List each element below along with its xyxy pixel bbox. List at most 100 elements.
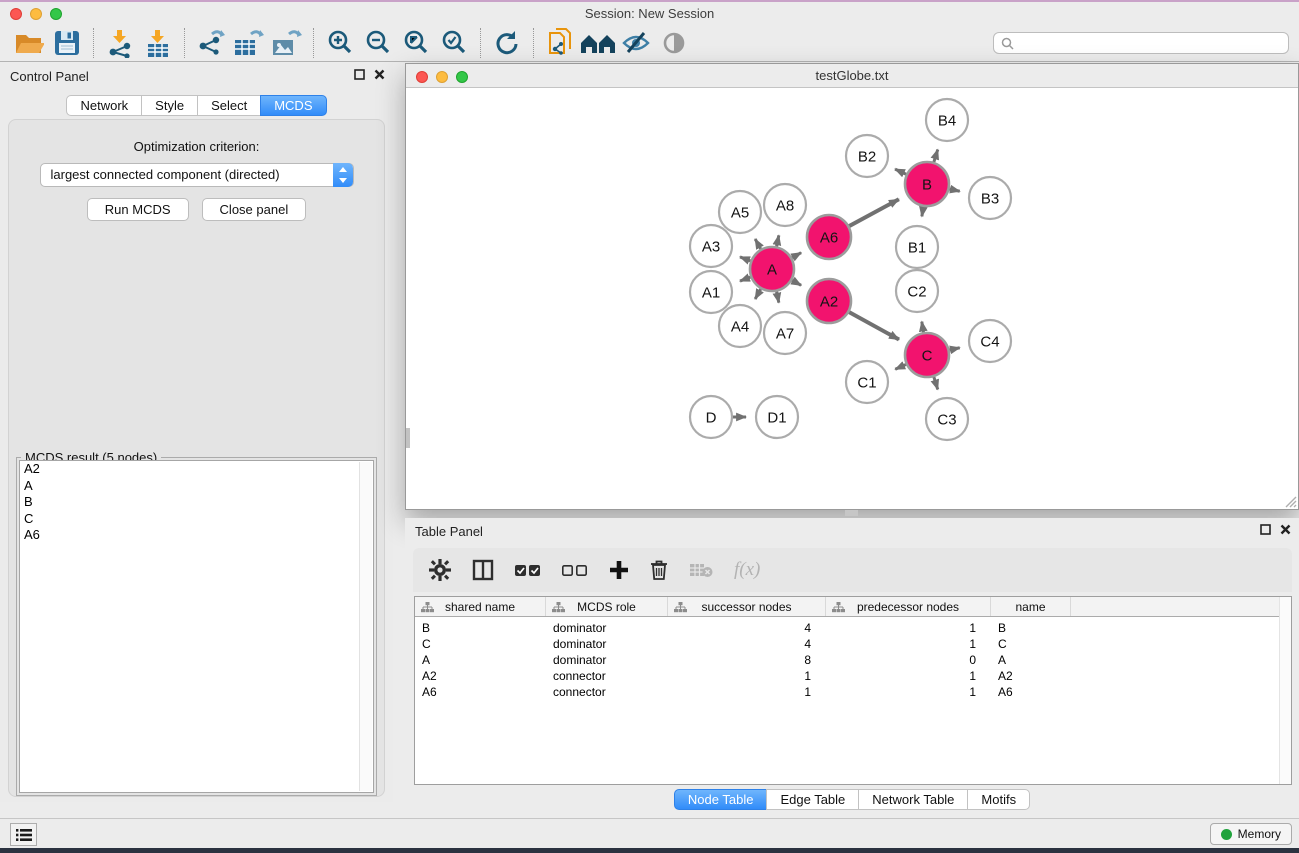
resize-grip-icon[interactable]	[1283, 494, 1297, 508]
show-columns-icon[interactable]	[472, 559, 494, 581]
result-item[interactable]: A6	[20, 527, 373, 544]
table-row[interactable]: Cdominator41C	[415, 636, 1291, 652]
graph-node-B2[interactable]: B2	[846, 135, 888, 177]
column-header-predecessor-nodes[interactable]: predecessor nodes	[826, 597, 991, 616]
first-neighbors-icon[interactable]	[579, 27, 617, 59]
table-row[interactable]: A2connector11A2	[415, 668, 1291, 684]
refresh-view-icon[interactable]	[488, 27, 526, 59]
result-item[interactable]: A2	[20, 461, 373, 478]
graph-node-C[interactable]: C	[905, 333, 949, 377]
graph-edge-A6-B[interactable]	[849, 199, 899, 226]
task-history-button[interactable]	[10, 823, 37, 846]
graph-edge-C-C3[interactable]	[934, 377, 938, 389]
column-header-name[interactable]: name	[991, 597, 1071, 616]
delete-table-icon[interactable]	[689, 562, 713, 578]
result-item[interactable]: C	[20, 511, 373, 528]
graph-edge-C-C1[interactable]	[895, 364, 906, 369]
graph-node-C2[interactable]: C2	[896, 270, 938, 312]
graph-edge-A-A6[interactable]	[792, 253, 801, 258]
network-window-titlebar[interactable]: testGlobe.txt	[406, 64, 1298, 88]
graph-node-A6[interactable]: A6	[807, 215, 851, 259]
save-session-icon[interactable]	[48, 27, 86, 59]
tab-motifs[interactable]: Motifs	[967, 789, 1030, 810]
export-network-icon[interactable]	[192, 27, 230, 59]
network-canvas[interactable]: B4B2BB3A8A5A6A3B1AC2A1A2A4A7C4CC1C3DD1	[406, 88, 1298, 509]
table-scrollbar[interactable]	[1279, 597, 1291, 784]
graph-edge-A2-C[interactable]	[849, 312, 899, 339]
graph-node-C3[interactable]: C3	[926, 398, 968, 440]
graph-node-B4[interactable]: B4	[926, 99, 968, 141]
mcds-result-list[interactable]: A2ABCA6	[19, 460, 374, 793]
graph-edge-C-C2[interactable]	[922, 322, 924, 333]
graph-node-A7[interactable]: A7	[764, 312, 806, 354]
graph-edge-A-A2[interactable]	[792, 280, 801, 285]
tab-edge-table[interactable]: Edge Table	[766, 789, 859, 810]
graph-edge-A-A1[interactable]	[740, 277, 750, 281]
graph-node-C1[interactable]: C1	[846, 361, 888, 403]
deselect-all-checkboxes-icon[interactable]	[562, 563, 588, 577]
graph-edge-A-A5[interactable]	[755, 239, 761, 249]
new-network-from-selection-icon[interactable]	[541, 27, 579, 59]
graph-node-B1[interactable]: B1	[896, 226, 938, 268]
graph-edge-B-B3[interactable]	[949, 189, 959, 191]
import-table-icon[interactable]	[139, 27, 177, 59]
graph-node-A2[interactable]: A2	[807, 279, 851, 323]
graph-node-C4[interactable]: C4	[969, 320, 1011, 362]
graph-edge-B-B1[interactable]	[922, 207, 924, 217]
export-table-icon[interactable]	[230, 27, 268, 59]
horizontal-scroll-thumb[interactable]	[845, 510, 858, 516]
graph-edge-B-B2[interactable]	[895, 169, 906, 174]
search-input[interactable]	[1019, 36, 1281, 50]
graph-edge-A-A4[interactable]	[755, 289, 761, 299]
graph-node-B[interactable]: B	[905, 162, 949, 206]
graph-node-D1[interactable]: D1	[756, 396, 798, 438]
close-panel-button[interactable]: Close panel	[202, 198, 307, 221]
search-field[interactable]	[993, 32, 1289, 54]
graph-node-A5[interactable]: A5	[719, 191, 761, 233]
graph-edge-B-B4[interactable]	[934, 150, 938, 162]
run-mcds-button[interactable]: Run MCDS	[87, 198, 189, 221]
float-panel-icon[interactable]	[1260, 524, 1271, 535]
column-header-successor-nodes[interactable]: successor nodes	[668, 597, 826, 616]
table-row[interactable]: A6connector11A6	[415, 684, 1291, 700]
select-all-checkboxes-icon[interactable]	[515, 563, 541, 577]
tab-network[interactable]: Network	[66, 95, 142, 116]
tab-mcds[interactable]: MCDS	[260, 95, 326, 116]
memory-button[interactable]: Memory	[1210, 823, 1292, 845]
graph-node-A8[interactable]: A8	[764, 184, 806, 226]
graph-node-B3[interactable]: B3	[969, 177, 1011, 219]
table-row[interactable]: Adominator80A	[415, 652, 1291, 668]
result-item[interactable]: A	[20, 478, 373, 495]
table-row[interactable]: Bdominator41B	[415, 620, 1291, 636]
zoom-fit-icon[interactable]	[397, 27, 435, 59]
delete-column-icon[interactable]	[650, 559, 668, 581]
graph-edge-A-A8[interactable]	[777, 235, 779, 246]
function-builder-icon[interactable]: f(x)	[734, 559, 760, 581]
column-header-shared-name[interactable]: shared name	[415, 597, 546, 616]
graph-node-A[interactable]: A	[750, 247, 794, 291]
float-panel-icon[interactable]	[354, 69, 365, 80]
vertical-scroll-thumb[interactable]	[406, 428, 410, 448]
criterion-dropdown[interactable]: largest connected component (directed)	[40, 163, 354, 187]
column-header-MCDS-role[interactable]: MCDS role	[546, 597, 668, 616]
export-image-icon[interactable]	[268, 27, 306, 59]
tab-style[interactable]: Style	[141, 95, 198, 116]
result-scrollbar[interactable]	[359, 462, 372, 791]
graph-node-D[interactable]: D	[690, 396, 732, 438]
close-panel-icon[interactable]	[374, 69, 385, 80]
graph-node-A3[interactable]: A3	[690, 225, 732, 267]
tab-select[interactable]: Select	[197, 95, 261, 116]
zoom-out-icon[interactable]	[359, 27, 397, 59]
zoom-selected-icon[interactable]	[435, 27, 473, 59]
import-network-icon[interactable]	[101, 27, 139, 59]
graph-edge-C-C4[interactable]	[949, 348, 959, 350]
close-panel-icon[interactable]	[1280, 524, 1291, 535]
show-all-icon[interactable]	[655, 27, 693, 59]
table-settings-icon[interactable]	[429, 559, 451, 581]
open-session-icon[interactable]	[10, 27, 48, 59]
result-item[interactable]: B	[20, 494, 373, 511]
graph-edge-A-A7[interactable]	[777, 292, 779, 303]
tab-node-table[interactable]: Node Table	[674, 789, 768, 810]
tab-network-table[interactable]: Network Table	[858, 789, 968, 810]
graph-node-A4[interactable]: A4	[719, 305, 761, 347]
